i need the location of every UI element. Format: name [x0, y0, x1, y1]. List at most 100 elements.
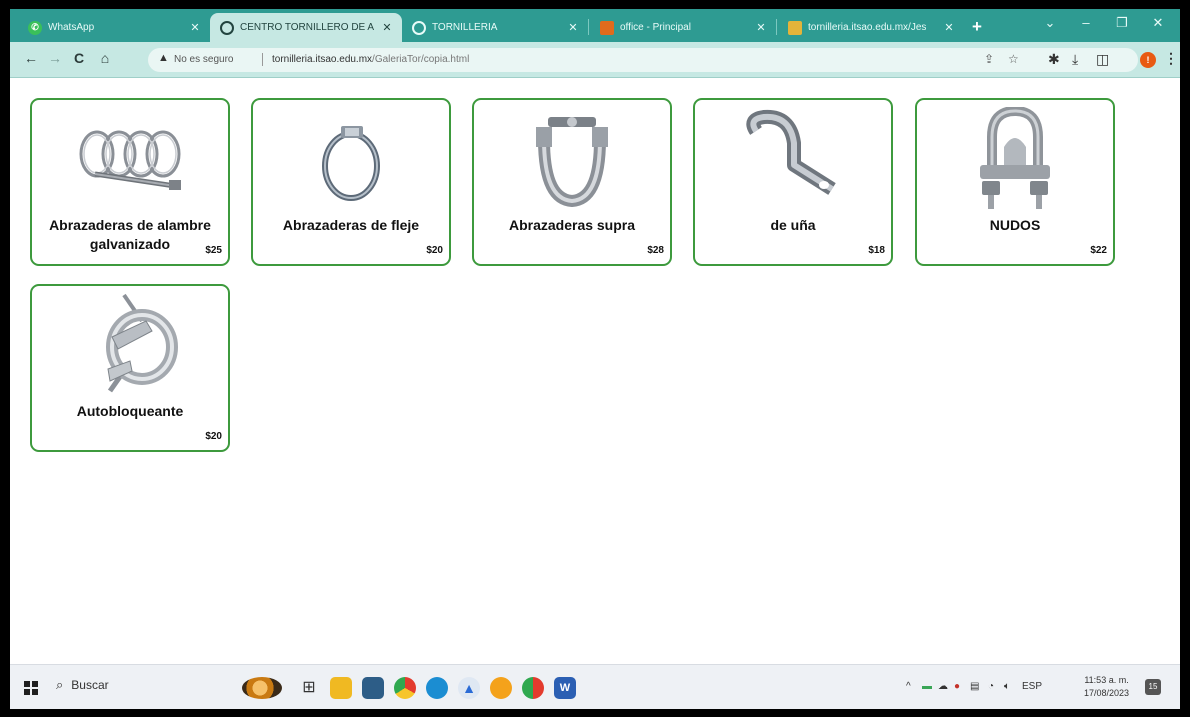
battery-icon: ▬: [922, 681, 932, 692]
product-name: NUDOS: [989, 217, 1041, 233]
restore-button[interactable]: ❐: [1102, 15, 1142, 31]
tab-separator: [776, 19, 777, 35]
tab-tornilleria-url[interactable]: tornilleria.itsao.edu.mx/Jes ✕: [778, 13, 964, 42]
tab-centro-tornillero[interactable]: CENTRO TORNILLERO DE AL ✕: [210, 13, 402, 42]
search-label: Buscar: [71, 678, 109, 692]
product-name: de uña: [770, 217, 816, 233]
globe-icon: [220, 20, 234, 35]
wire-rope-clip-image: [917, 106, 1113, 212]
language-indicator[interactable]: ESP: [1022, 681, 1042, 692]
url-host: tornilleria.itsao.edu.mx: [272, 54, 373, 65]
product-price: $28: [647, 245, 664, 256]
whatsapp-icon: ✆: [28, 20, 42, 35]
download-icon[interactable]: ⤓: [1072, 51, 1078, 68]
product-card[interactable]: Abrazaderas supra $28: [472, 98, 672, 266]
url-text[interactable]: tornilleria.itsao.edu.mx/GaleriaTor/copi…: [272, 54, 469, 65]
chrome-icon[interactable]: [394, 677, 416, 699]
minimize-button[interactable]: –: [1066, 15, 1106, 30]
edge-icon[interactable]: [426, 677, 448, 699]
drive-icon[interactable]: ▲: [458, 677, 480, 699]
product-price: $20: [205, 431, 222, 442]
tab-label: TORNILLERIA: [432, 22, 498, 33]
product-price: $25: [205, 245, 222, 256]
reload-icon[interactable]: C: [70, 50, 88, 66]
office-icon: [600, 20, 614, 35]
tab-label: WhatsApp: [48, 22, 95, 33]
extensions-icon[interactable]: ✱: [1048, 51, 1060, 68]
product-name: Abrazaderas de fleje: [282, 217, 420, 233]
divider: [262, 53, 263, 66]
product-card[interactable]: NUDOS $22: [915, 98, 1115, 266]
spring-clamp-image: [32, 292, 228, 398]
chrome-canary-icon[interactable]: [490, 677, 512, 699]
tab-tornilleria[interactable]: TORNILLERIA ✕: [402, 13, 588, 42]
onedrive-icon[interactable]: ☁: [938, 681, 948, 692]
time: 11:53 a. m.: [1084, 675, 1129, 685]
tab-office[interactable]: office - Principal ✕: [590, 13, 776, 42]
back-icon[interactable]: ←: [22, 50, 40, 66]
share-icon[interactable]: ⇪: [984, 52, 994, 66]
windows-taskbar: ⌕ Buscar ⊞ ▲ W ^ ▬ ☁ ● ▤ ◔ 🔈︎ ESP 11:53 a…: [10, 664, 1180, 709]
new-tab-button[interactable]: +: [972, 17, 982, 37]
windows-start-icon[interactable]: [24, 681, 38, 695]
url-path: /GaleriaTor/copia.html: [372, 54, 470, 65]
side-panel-icon[interactable]: ◫: [1096, 51, 1109, 68]
task-view-icon[interactable]: ⊞: [298, 677, 320, 699]
tab-label: tornilleria.itsao.edu.mx/Jes: [808, 22, 927, 33]
tab-separator: [588, 19, 589, 35]
chevron-up-icon[interactable]: ^: [906, 681, 911, 692]
product-name: Abrazaderas supra: [508, 217, 636, 233]
notification-badge[interactable]: 15: [1145, 679, 1161, 695]
home-icon[interactable]: ⌂: [96, 50, 114, 66]
bird-icon: [788, 20, 802, 35]
product-price: $22: [1090, 245, 1107, 256]
warning-icon: ▲: [158, 52, 169, 64]
product-card[interactable]: de uña $18: [693, 98, 893, 266]
browser-toolbar: ← → C ⌂ ▲ No es seguro tornilleria.itsao…: [10, 42, 1180, 78]
tab-whatsapp[interactable]: ✆ WhatsApp ✕: [18, 13, 210, 42]
product-card[interactable]: Abrazaderas de alambre galvanizado $25: [30, 98, 230, 266]
menu-icon[interactable]: ⋮: [1164, 50, 1178, 67]
close-icon[interactable]: ✕: [754, 21, 768, 34]
address-bar[interactable]: ▲ No es seguro tornilleria.itsao.edu.mx/…: [148, 48, 1138, 72]
word-icon[interactable]: W: [554, 677, 576, 699]
tab-label: CENTRO TORNILLERO DE AL: [240, 22, 374, 33]
page-content: Abrazaderas de alambre galvanizado $25 A…: [10, 79, 1180, 664]
close-icon[interactable]: ✕: [566, 21, 580, 34]
chrome-profile-icon[interactable]: [522, 677, 544, 699]
star-icon[interactable]: ☆: [1008, 52, 1019, 66]
product-name: Abrazaderas de alambre galvanizado: [49, 217, 211, 252]
profile-avatar[interactable]: !: [1140, 52, 1156, 68]
network-icon[interactable]: ▤: [970, 681, 979, 692]
news-widget-icon[interactable]: [242, 677, 282, 699]
security-label: No es seguro: [174, 54, 234, 65]
forward-icon[interactable]: →: [46, 50, 64, 66]
tab-bar: ✆ WhatsApp ✕ CENTRO TORNILLERO DE AL ✕ T…: [10, 9, 1180, 42]
wifi-icon[interactable]: ◔: [988, 681, 994, 692]
tab-search-button[interactable]: ⌄: [1030, 15, 1070, 31]
tab-label: office - Principal: [620, 22, 691, 33]
close-icon[interactable]: ✕: [188, 21, 202, 34]
wire-clamp-image: [32, 106, 228, 212]
globe-icon: [412, 20, 426, 35]
product-price: $18: [868, 245, 885, 256]
taskbar-search[interactable]: ⌕ Buscar: [56, 677, 109, 693]
store-icon[interactable]: [362, 677, 384, 699]
date: 17/08/2023: [1084, 688, 1130, 698]
search-icon: ⌕: [56, 677, 64, 692]
product-name: Autobloqueante: [76, 403, 184, 419]
file-explorer-icon[interactable]: [330, 677, 352, 699]
close-icon[interactable]: ✕: [380, 21, 394, 34]
product-card[interactable]: Abrazaderas de fleje $20: [251, 98, 451, 266]
product-card[interactable]: Autobloqueante $20: [30, 284, 230, 452]
volume-icon[interactable]: 🔈︎: [1004, 681, 1010, 692]
hose-clamp-image: [253, 106, 449, 212]
close-window-button[interactable]: ✕: [1138, 15, 1178, 31]
close-icon[interactable]: ✕: [942, 21, 956, 34]
heavy-clamp-image: [474, 106, 670, 212]
clock[interactable]: 11:53 a. m. 17/08/2023: [1084, 674, 1129, 700]
pipe-strap-image: [695, 106, 891, 212]
product-price: $20: [426, 245, 443, 256]
browser-window: ✆ WhatsApp ✕ CENTRO TORNILLERO DE AL ✕ T…: [10, 9, 1180, 709]
antivirus-icon[interactable]: ●: [954, 681, 960, 692]
